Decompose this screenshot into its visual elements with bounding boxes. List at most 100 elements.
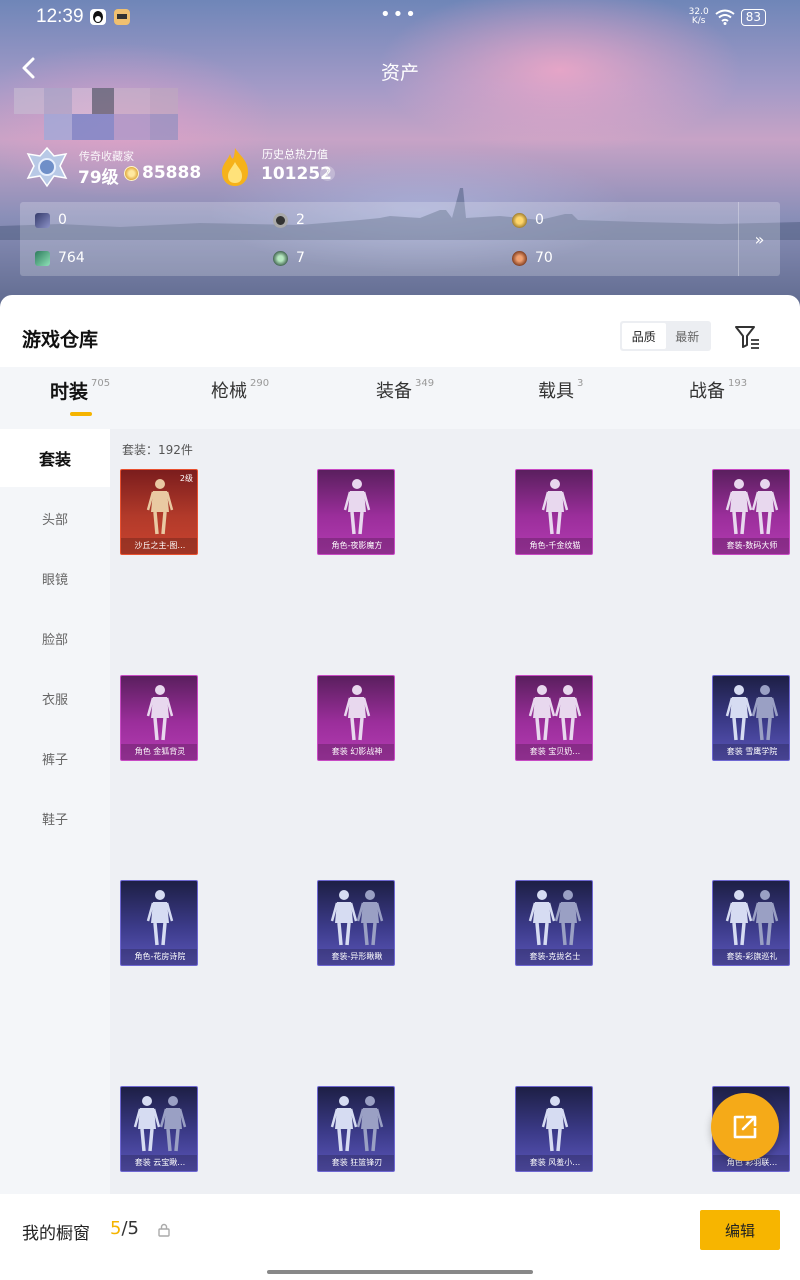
outfit-card[interactable]: 角色 金狐背灵: [120, 675, 198, 761]
tab-firearms[interactable]: 枪械 290: [211, 377, 269, 403]
card-label: 套装-数码大师: [713, 538, 789, 554]
showcase-label: 我的橱窗: [22, 1224, 90, 1244]
sidebar-item-clothes[interactable]: 衣服: [0, 669, 110, 727]
outfit-figure-image: [528, 890, 582, 946]
flame-icon: [222, 148, 248, 186]
qq-icon: [90, 9, 106, 25]
card-level-badge: 2级: [179, 474, 193, 483]
help-icon[interactable]: ?: [320, 166, 335, 181]
outfit-figure-image: [330, 1096, 384, 1152]
stat-item: 70: [512, 250, 553, 266]
battery-indicator: 83: [740, 8, 766, 26]
outfit-card[interactable]: 套装 风羞小…: [515, 1086, 593, 1172]
rank-title: 传奇收藏家: [79, 150, 134, 163]
card-label: 套装-彩旗巡礼: [713, 949, 789, 965]
game-warehouse-panel: 游戏仓库 品质 最新 时装 705 枪械 290 装备 349 载具 3 战备 193 套…: [0, 295, 800, 1280]
game-app-icon: [114, 9, 130, 25]
asset-stats-panel: 0 2 0 764 7 70 »: [20, 202, 780, 276]
outfit-figure-image: [725, 685, 779, 741]
card-label: 套装 雪鹰学院: [713, 744, 789, 760]
card-label: 套装-克拢名士: [516, 949, 592, 965]
item-count: 套装：192件: [122, 443, 193, 457]
outfit-card[interactable]: 套装-彩旗巡礼: [712, 880, 790, 966]
sidebar-item-pants[interactable]: 裤子: [0, 729, 110, 787]
showcase-bar: 我的橱窗 5/5 编辑: [0, 1195, 800, 1280]
share-button[interactable]: [711, 1093, 779, 1161]
category-tabs: 时装 705 枪械 290 装备 349 载具 3 战备 193: [0, 367, 800, 429]
stat-item: 0: [512, 212, 544, 228]
gold-badge-icon: [512, 212, 527, 228]
tab-vehicles[interactable]: 载具 3: [538, 377, 583, 403]
outfit-figure-image: [541, 1096, 569, 1152]
status-time: 12:39: [36, 6, 84, 27]
home-indicator: [267, 1270, 533, 1274]
heat-value-area: 历史总热力值 101252 ?: [218, 146, 388, 190]
edit-button[interactable]: 编辑: [700, 1210, 780, 1250]
sidebar-item-head[interactable]: 头部: [0, 489, 110, 547]
warehouse-title: 游戏仓库: [22, 329, 99, 351]
outfit-card[interactable]: 套装 云宝瞅…: [120, 1086, 198, 1172]
more-dots[interactable]: •••: [380, 4, 418, 25]
coin-balance: 85888: [142, 163, 202, 183]
stat-item: 0: [35, 212, 67, 228]
card-label: 角色-花房诗院: [121, 949, 197, 965]
subcategory-sidebar: 套装 头部 眼镜 脸部 衣服 裤子 鞋子: [0, 429, 110, 1194]
outfit-card[interactable]: 角色-夜影魔方: [317, 469, 395, 555]
stat-item: 2: [273, 212, 305, 228]
outfit-figure-image: [133, 1096, 187, 1152]
card-label: 角色 金狐背灵: [121, 744, 197, 760]
collector-rank: 传奇收藏家 79级 85888: [24, 146, 214, 190]
gem-icon: [35, 250, 50, 266]
card-label: 套装 狂篮锋刃: [318, 1155, 394, 1171]
filter-icon[interactable]: [733, 323, 761, 351]
sidebar-item-glasses[interactable]: 眼镜: [0, 549, 110, 607]
status-bar: 12:39 ••• 32.0 K/s 83: [0, 0, 800, 34]
sort-newest-button[interactable]: 最新: [666, 323, 710, 349]
outfit-figure-image: [725, 890, 779, 946]
card-icon: [35, 212, 50, 228]
outfit-card[interactable]: 角色-千金纹猫: [515, 469, 593, 555]
outfit-card[interactable]: 套装-数码大师: [712, 469, 790, 555]
stat-item: 7: [273, 250, 305, 266]
blurred-username: [14, 88, 179, 140]
rank-badge-icon: [26, 146, 68, 188]
card-label: 角色-千金纹猫: [516, 538, 592, 554]
tab-equipment[interactable]: 装备 349: [376, 377, 434, 403]
sidebar-item-outfit[interactable]: 套装: [0, 429, 110, 487]
profile-header: 12:39 ••• 32.0 K/s 83 资产 传奇收藏家 79级 85888…: [0, 0, 800, 310]
outfit-card[interactable]: 2级 沙丘之主-图…: [120, 469, 198, 555]
outfit-figure-image: [343, 479, 371, 535]
sort-quality-button[interactable]: 品质: [622, 323, 666, 349]
outfit-card[interactable]: 套装-克拢名士: [515, 880, 593, 966]
network-speed: 32.0 K/s: [688, 7, 709, 26]
outfit-figure-image: [725, 479, 779, 535]
card-label: 角色-夜影魔方: [318, 538, 394, 554]
sidebar-item-shoes[interactable]: 鞋子: [0, 789, 110, 847]
item-grid: 套装：192件 2级 沙丘之主-图… 角色-夜影魔方 角色-千金纹猫 套装-数码大…: [110, 429, 800, 1194]
stats-more-button[interactable]: »: [738, 202, 780, 276]
card-label: 套装 云宝瞅…: [121, 1155, 197, 1171]
stat-item: 764: [35, 250, 85, 266]
tab-fashion[interactable]: 时装 705: [50, 377, 110, 404]
outfit-card[interactable]: 套装 狂篮锋刃: [317, 1086, 395, 1172]
wifi-icon: [715, 9, 735, 25]
card-label: 套装 宝贝奶…: [516, 744, 592, 760]
outfit-figure-image: [146, 890, 174, 946]
outfit-card[interactable]: 套装-异形瞅瞅: [317, 880, 395, 966]
sidebar-item-face[interactable]: 脸部: [0, 609, 110, 667]
showcase-count: 5/5: [110, 1218, 139, 1239]
bronze-orb-icon: [512, 250, 527, 266]
tab-combat-gear[interactable]: 战备 193: [689, 377, 747, 403]
outfit-figure-image: [330, 890, 384, 946]
ring-icon: [273, 212, 288, 228]
outfit-figure-image: [528, 685, 582, 741]
orb-icon: [273, 250, 288, 266]
outfit-card[interactable]: 套装 雪鹰学院: [712, 675, 790, 761]
outfit-card[interactable]: 套装 宝贝奶…: [515, 675, 593, 761]
outfit-card[interactable]: 角色-花房诗院: [120, 880, 198, 966]
coin-icon: [124, 166, 139, 181]
outfit-figure-image: [541, 479, 569, 535]
lock-icon: [158, 1223, 170, 1237]
outfit-card[interactable]: 套装 幻影战神: [317, 675, 395, 761]
card-label: 套装 风羞小…: [516, 1155, 592, 1171]
